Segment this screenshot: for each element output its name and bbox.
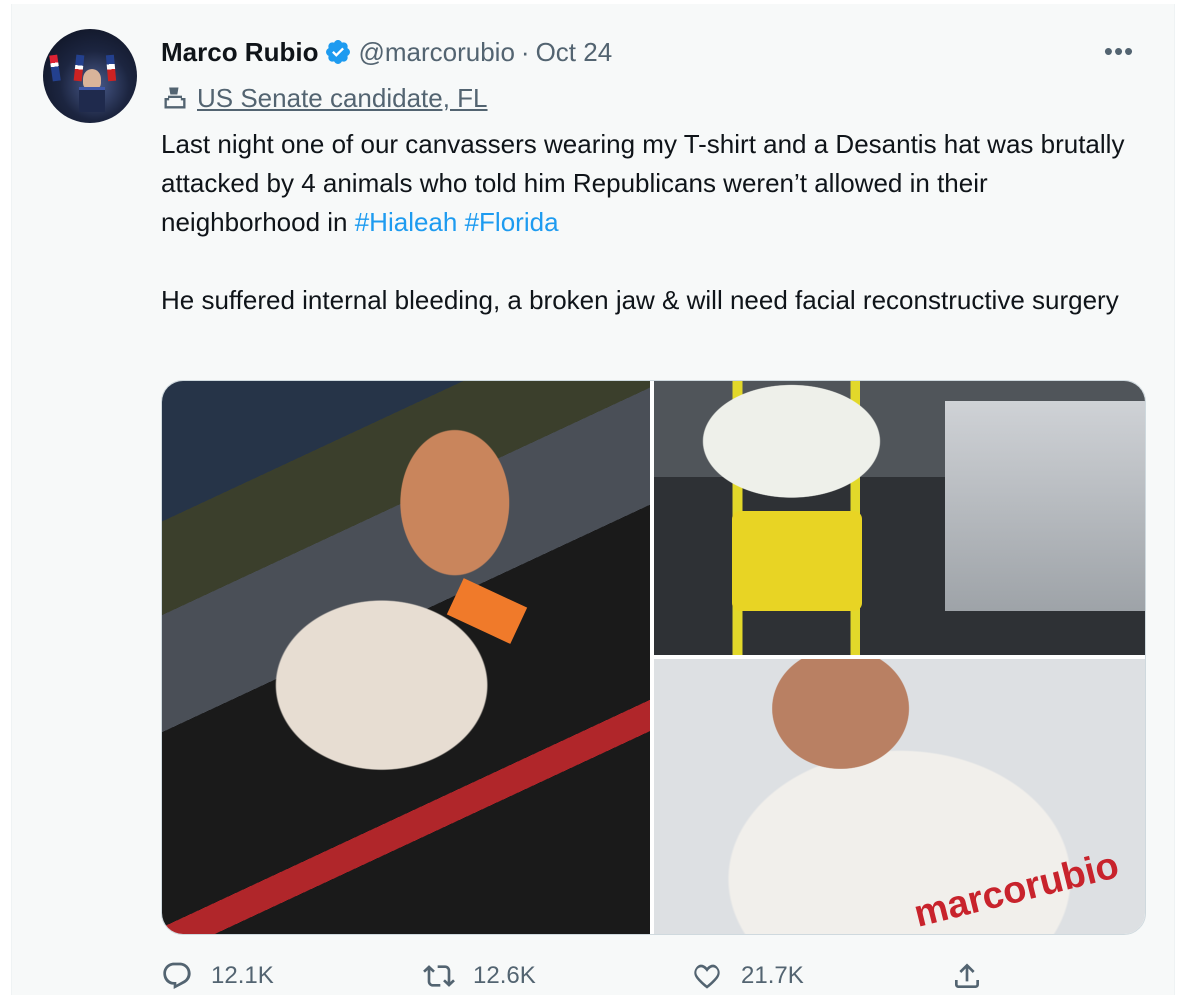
author-handle[interactable]: @marcorubio: [358, 37, 514, 68]
more-options-icon[interactable]: •••: [1102, 36, 1136, 66]
tweet-paragraph-1: Last night one of our canvassers wearing…: [161, 125, 1151, 242]
retweet-count: 12.6K: [473, 962, 536, 989]
ballot-box-icon: [164, 87, 186, 109]
tweet-text: Last night one of our canvassers wearing…: [161, 125, 1151, 320]
shirt-brand-text: marcorubio: [909, 844, 1123, 934]
separator-dot: ·: [520, 36, 530, 67]
tweet-date[interactable]: Oct 24: [536, 37, 613, 68]
author-row: Marco Rubio @marcorubio · Oct 24: [161, 34, 612, 70]
like-button[interactable]: 21.7K: [691, 960, 804, 992]
hashtag-hialeah[interactable]: #Hialeah: [355, 207, 458, 237]
reply-icon: [163, 962, 191, 990]
affiliation-text: US Senate candidate, FL: [197, 82, 488, 113]
reply-count: 12.1K: [211, 962, 274, 989]
tweet-paragraph-2: He suffered internal bleeding, a broken …: [161, 285, 1119, 315]
hashtag-florida[interactable]: #Florida: [465, 207, 559, 237]
verified-badge-icon: [326, 40, 351, 64]
photo-ambulance-stretcher[interactable]: [654, 381, 1145, 655]
photo-canvasser-stretcher[interactable]: [162, 381, 650, 934]
author-name[interactable]: Marco Rubio: [161, 37, 318, 68]
media-grid: marcorubio: [161, 380, 1146, 935]
share-button[interactable]: [951, 960, 983, 992]
reply-button[interactable]: 12.1K: [161, 960, 274, 992]
tweet-text-line1: Last night one of our canvassers wearing…: [161, 129, 1125, 237]
retweet-button[interactable]: 12.6K: [423, 960, 536, 992]
action-bar: 12.1K 12.6K 21.7K: [161, 956, 1001, 996]
like-icon: [694, 964, 720, 989]
retweet-icon: [423, 965, 455, 987]
photo-hospital-bed[interactable]: marcorubio: [654, 659, 1145, 934]
tweet-card[interactable]: Marco Rubio @marcorubio · Oct 24 ••• US …: [11, 4, 1175, 995]
affiliation-label[interactable]: US Senate candidate, FL: [161, 80, 488, 116]
author-avatar[interactable]: [43, 29, 137, 123]
like-count: 21.7K: [741, 962, 804, 989]
share-icon: [955, 963, 979, 988]
